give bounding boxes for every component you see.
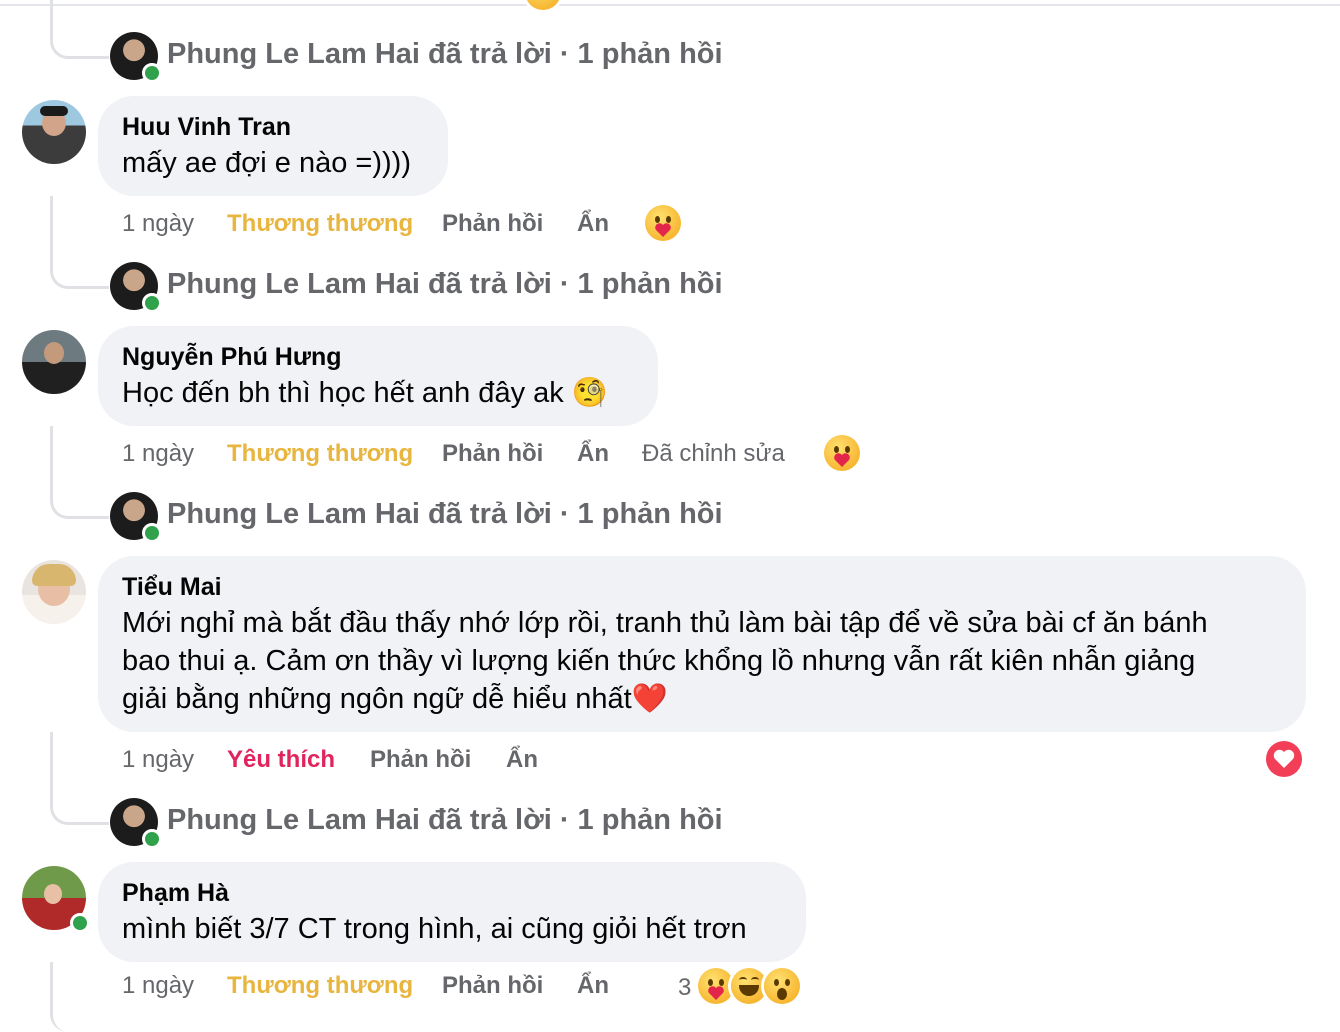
reply-summary-link[interactable]: Phung Le Lam Hai đã trả lời · 1 phản hồi bbox=[167, 38, 723, 71]
care-emoji-icon[interactable] bbox=[824, 435, 860, 471]
comment-text: mấy ae đợi e nào =)))) bbox=[122, 147, 411, 179]
comment-time[interactable]: 1 ngày bbox=[122, 440, 194, 468]
care-emoji-icon[interactable] bbox=[645, 205, 681, 241]
reply-summary-link[interactable]: Phung Le Lam Hai đã trả lời · 1 phản hồi bbox=[167, 804, 723, 837]
top-divider bbox=[0, 4, 1340, 6]
thread-connector bbox=[50, 426, 109, 519]
comment-bubble: Huu Vinh Tran mấy ae đợi e nào =)))) bbox=[98, 96, 448, 196]
comment-author[interactable]: Nguyễn Phú Hưng bbox=[122, 340, 634, 374]
comment-text-line: bao thui ạ. Cảm ơn thầy vì lượng kiến th… bbox=[122, 645, 1196, 677]
hide-button[interactable]: Ẩn bbox=[506, 746, 538, 774]
avatar[interactable] bbox=[22, 866, 90, 933]
reaction-button[interactable]: Yêu thích bbox=[227, 746, 335, 774]
reaction-button[interactable]: Thương thương bbox=[227, 440, 413, 468]
comment-time[interactable]: 1 ngày bbox=[122, 210, 194, 238]
care-emoji-icon[interactable] bbox=[698, 968, 734, 1004]
reaction-count[interactable]: 3 bbox=[678, 974, 691, 1002]
hide-button[interactable]: Ẩn bbox=[577, 440, 609, 468]
avatar[interactable] bbox=[110, 492, 162, 543]
thread-connector bbox=[50, 732, 109, 825]
comment-text: mình biết 3/7 CT trong hình, ai cũng giỏ… bbox=[122, 913, 747, 945]
comment-bubble: Phạm Hà mình biết 3/7 CT trong hình, ai … bbox=[98, 862, 806, 962]
reply-button[interactable]: Phản hồi bbox=[442, 210, 543, 238]
comment-time[interactable]: 1 ngày bbox=[122, 746, 194, 774]
reply-button[interactable]: Phản hồi bbox=[442, 972, 543, 1000]
online-indicator bbox=[142, 63, 162, 83]
avatar[interactable] bbox=[110, 32, 162, 83]
edited-label[interactable]: Đã chỉnh sửa bbox=[642, 440, 785, 468]
thread-connector bbox=[50, 196, 109, 289]
reply-button[interactable]: Phản hồi bbox=[442, 440, 543, 468]
online-indicator bbox=[142, 829, 162, 849]
comment-bubble: Nguyễn Phú Hưng Học đến bh thì học hết a… bbox=[98, 326, 658, 426]
reply-summary-link[interactable]: Phung Le Lam Hai đã trả lời · 1 phản hồi bbox=[167, 268, 723, 301]
comment-text-line: Mới nghỉ mà bắt đầu thấy nhớ lớp rồi, tr… bbox=[122, 607, 1208, 639]
reaction-button[interactable]: Thương thương bbox=[227, 972, 413, 1000]
online-indicator bbox=[70, 913, 90, 933]
comment-time[interactable]: 1 ngày bbox=[122, 972, 194, 1000]
comment-author[interactable]: Tiểu Mai bbox=[122, 570, 1282, 604]
hide-button[interactable]: Ẩn bbox=[577, 210, 609, 238]
reply-button[interactable]: Phản hồi bbox=[370, 746, 471, 774]
comment-author[interactable]: Phạm Hà bbox=[122, 876, 782, 910]
comment-text-line: giải bằng những ngôn ngữ dễ hiểu nhất❤️ bbox=[122, 683, 668, 715]
reply-summary-link[interactable]: Phung Le Lam Hai đã trả lời · 1 phản hồi bbox=[167, 498, 723, 531]
comment-text: Học đến bh thì học hết anh đây ak 🧐 bbox=[122, 377, 608, 409]
avatar[interactable] bbox=[22, 100, 86, 164]
wow-emoji-icon[interactable] bbox=[764, 968, 800, 1004]
comment-author[interactable]: Huu Vinh Tran bbox=[122, 110, 424, 144]
laughing-emoji-icon[interactable] bbox=[731, 968, 767, 1004]
thread-connector bbox=[50, 0, 109, 59]
online-indicator bbox=[142, 293, 162, 313]
reaction-button[interactable]: Thương thương bbox=[227, 210, 413, 238]
hide-button[interactable]: Ẩn bbox=[577, 972, 609, 1000]
avatar[interactable] bbox=[110, 262, 162, 313]
comment-bubble: Tiểu Mai Mới nghỉ mà bắt đầu thấy nhớ lớ… bbox=[98, 556, 1306, 732]
avatar[interactable] bbox=[22, 330, 86, 394]
love-heart-icon[interactable] bbox=[1266, 741, 1302, 777]
avatar[interactable] bbox=[22, 560, 86, 624]
online-indicator bbox=[142, 523, 162, 543]
avatar[interactable] bbox=[110, 798, 162, 849]
